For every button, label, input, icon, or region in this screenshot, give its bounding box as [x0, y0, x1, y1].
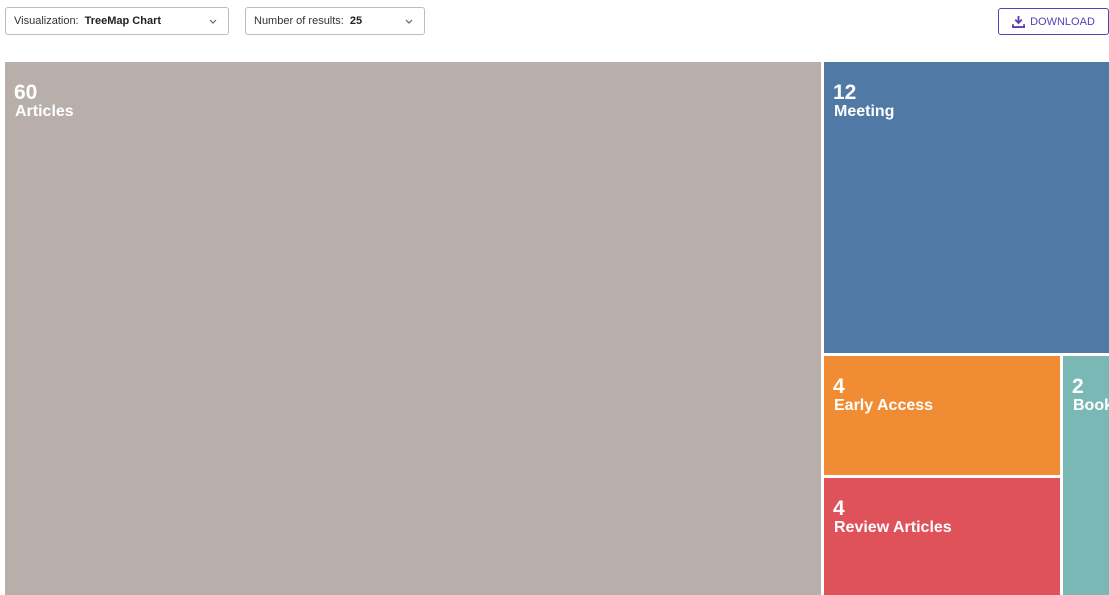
treemap-chart: 60 Articles 12 Meeting 4 Early Access 4 … — [5, 62, 1109, 595]
results-count-label: Number of results: — [254, 15, 344, 27]
tile-count: 4 — [833, 497, 845, 520]
results-count-value: 25 — [349, 15, 363, 27]
tile-label: Review Articles — [834, 519, 952, 536]
treemap-tile-articles[interactable]: 60 Articles — [5, 62, 821, 595]
tile-count: 2 — [1072, 375, 1084, 398]
tile-count: 60 — [14, 81, 38, 104]
results-count-select[interactable]: Number of results: 25 — [245, 7, 425, 35]
toolbar: Visualization: TreeMap Chart Number of r… — [0, 0, 1109, 50]
tile-label: Meeting — [834, 103, 895, 120]
treemap-tile-early-access[interactable]: 4 Early Access — [824, 356, 1060, 475]
download-icon — [1012, 15, 1026, 28]
tile-label: Book — [1073, 397, 1109, 414]
chevron-down-icon — [405, 19, 413, 24]
visualization-label: Visualization: — [14, 15, 79, 27]
tile-count: 12 — [833, 81, 857, 104]
chevron-down-icon — [209, 19, 217, 24]
download-label: DOWNLOAD — [1030, 15, 1095, 28]
treemap-tile-book[interactable]: 2 Book — [1063, 356, 1109, 595]
tile-label: Articles — [15, 103, 74, 120]
visualization-value: TreeMap Chart — [84, 15, 162, 27]
visualization-select[interactable]: Visualization: TreeMap Chart — [5, 7, 229, 35]
tile-count: 4 — [833, 375, 845, 398]
download-button[interactable]: DOWNLOAD — [998, 8, 1109, 35]
tile-label: Early Access — [834, 397, 934, 414]
treemap-tile-review-articles[interactable]: 4 Review Articles — [824, 478, 1060, 595]
treemap-tile-meeting[interactable]: 12 Meeting — [824, 62, 1109, 353]
